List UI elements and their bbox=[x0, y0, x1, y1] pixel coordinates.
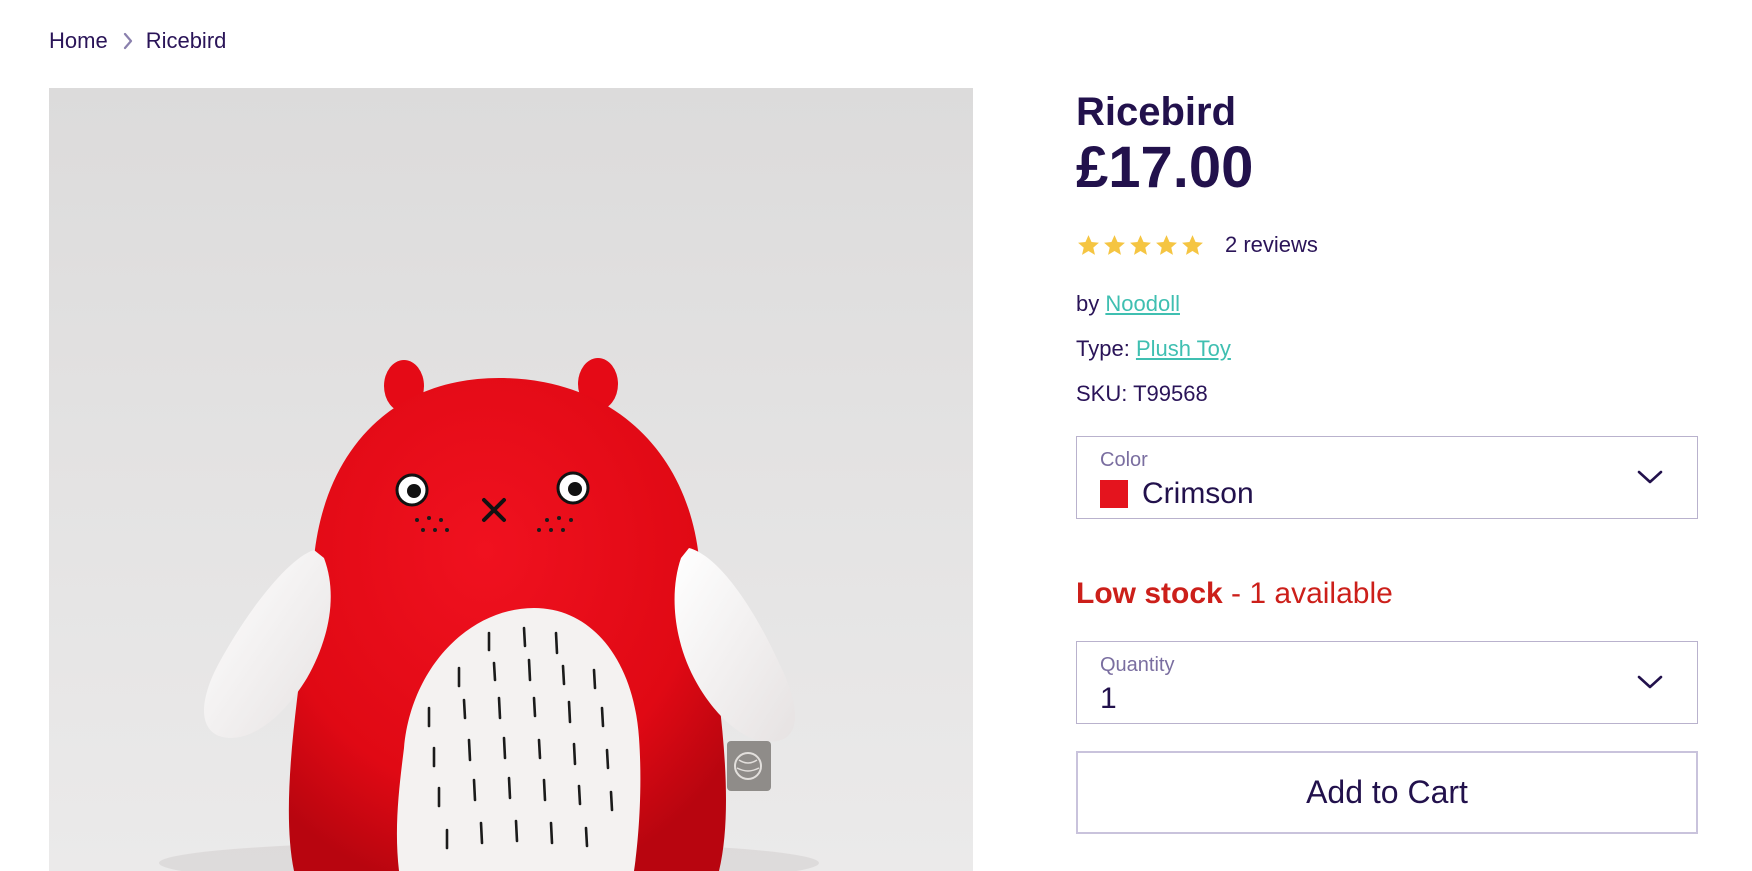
product-rating[interactable]: 2 reviews bbox=[1076, 230, 1700, 260]
breadcrumb-home-link[interactable]: Home bbox=[49, 28, 108, 54]
star-icon bbox=[1104, 234, 1125, 255]
breadcrumb: Home Ricebird bbox=[49, 28, 226, 54]
chevron-down-icon bbox=[1637, 674, 1663, 695]
type-line: Type: Plush Toy bbox=[1076, 337, 1700, 361]
stock-status-detail: - 1 available bbox=[1222, 577, 1393, 610]
color-select[interactable]: Color Crimson bbox=[1076, 436, 1698, 519]
rating-stars bbox=[1076, 233, 1205, 258]
stock-status-label: Low stock bbox=[1076, 577, 1223, 610]
quantity-select-value: 1 bbox=[1100, 682, 1117, 715]
color-select-value: Crimson bbox=[1142, 477, 1254, 510]
chevron-right-icon bbox=[122, 32, 134, 50]
color-swatch bbox=[1100, 480, 1128, 508]
star-icon bbox=[1182, 234, 1203, 255]
quantity-select-label: Quantity bbox=[1100, 654, 1175, 676]
type-label: Type: bbox=[1076, 336, 1130, 361]
product-image[interactable] bbox=[49, 88, 973, 871]
reviews-count[interactable]: 2 reviews bbox=[1225, 232, 1318, 258]
stock-status: Low stock - 1 available bbox=[1076, 577, 1700, 611]
star-icon bbox=[1078, 234, 1099, 255]
type-link[interactable]: Plush Toy bbox=[1136, 336, 1231, 361]
product-info: Ricebird £17.00 2 reviews by Noodoll Typ… bbox=[1076, 88, 1700, 834]
color-select-label: Color bbox=[1100, 449, 1148, 471]
color-select-value-wrap: Crimson bbox=[1100, 477, 1254, 511]
sku-line: SKU: T99568 bbox=[1076, 382, 1700, 406]
sku-label: SKU: bbox=[1076, 381, 1128, 406]
product-title: Ricebird bbox=[1076, 90, 1237, 134]
quantity-select[interactable]: Quantity 1 bbox=[1076, 641, 1698, 724]
star-icon bbox=[1130, 234, 1151, 255]
vendor-prefix: by bbox=[1076, 291, 1100, 316]
vendor-line: by Noodoll bbox=[1076, 292, 1700, 316]
star-icon bbox=[1156, 234, 1177, 255]
add-to-cart-button[interactable]: Add to Cart bbox=[1076, 751, 1698, 834]
vendor-link[interactable]: Noodoll bbox=[1105, 291, 1180, 316]
sku-value: T99568 bbox=[1133, 381, 1208, 406]
product-price: £17.00 bbox=[1076, 135, 1254, 200]
chevron-down-icon bbox=[1637, 469, 1663, 490]
breadcrumb-current: Ricebird bbox=[145, 28, 227, 53]
